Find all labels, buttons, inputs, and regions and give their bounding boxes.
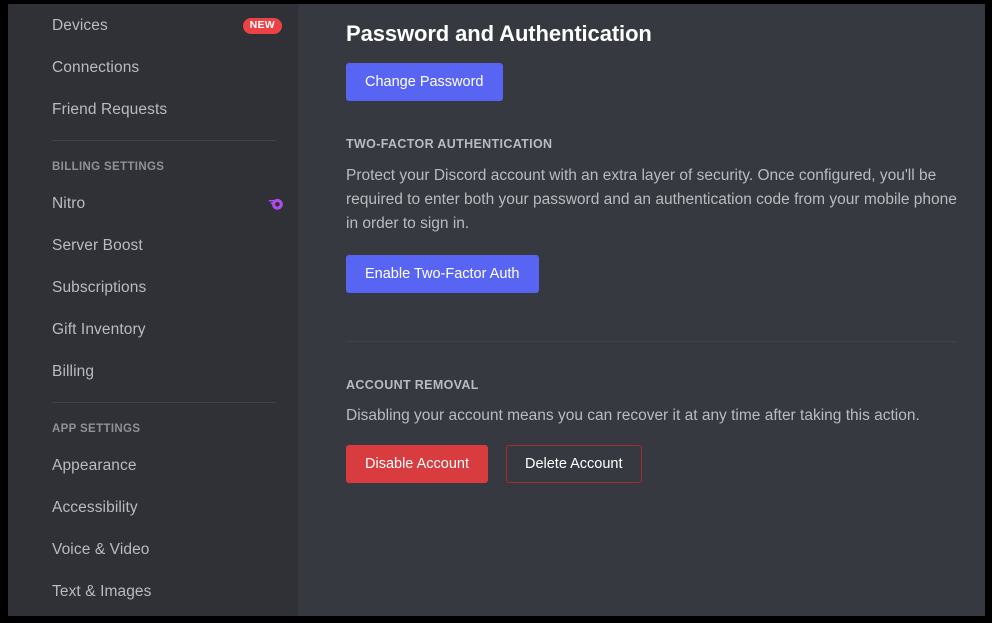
two-factor-authentication-description: Protect your Discord account with an ext… [346,167,957,232]
sidebar-item-appearance[interactable]: Appearance [52,450,288,482]
sidebar-item-nitro[interactable]: Nitro [52,188,288,220]
delete-account-button[interactable]: Delete Account [505,445,642,483]
sidebar-section-billing-settings: BILLING SETTINGS [52,161,165,173]
sidebar-item-gift-inventory[interactable]: Gift Inventory [52,314,288,346]
enable-two-factor-auth-button[interactable]: Enable Two-Factor Auth [346,255,539,293]
sidebar-divider-billing [52,140,276,141]
sidebar-divider-app [52,402,276,403]
sidebar-item-label: Friend Requests [52,101,168,118]
sidebar-item-label: Nitro [52,195,86,212]
sidebar-item-label: Devices [52,17,108,34]
sidebar-item-voice-and-video[interactable]: Voice & Video [52,534,288,566]
sidebar-item-label: Appearance [52,457,137,474]
sidebar-item-label: Connections [52,59,140,76]
sidebar-item-label: Server Boost [52,237,143,254]
sidebar-item-label: Billing [52,363,95,380]
new-badge: NEW [242,18,282,34]
change-password-button[interactable]: Change Password [346,63,503,101]
sidebar-item-server-boost[interactable]: Server Boost [52,230,288,262]
sidebar-item-billing[interactable]: Billing [52,356,288,388]
sidebar-item-devices[interactable]: Devices NEW [52,10,288,42]
account-removal-actions: Disable Account Delete Account [346,445,985,483]
sidebar-item-accessibility[interactable]: Accessibility [52,492,288,524]
sidebar-item-friend-requests[interactable]: Friend Requests [52,94,288,126]
two-factor-authentication-heading: TWO-FACTOR AUTHENTICATION [346,137,553,151]
sidebar-item-label: Accessibility [52,499,138,516]
account-removal-heading: ACCOUNT REMOVAL [346,378,479,392]
settings-sidebar: Devices NEW Connections Friend Requests … [8,4,298,616]
sidebar-item-label: Text & Images [52,583,152,600]
disable-account-button[interactable]: Disable Account [346,445,488,483]
settings-content: Password and Authentication Change Passw… [298,4,985,616]
sidebar-item-label: Gift Inventory [52,321,146,338]
content-divider [346,341,957,342]
sidebar-item-subscriptions[interactable]: Subscriptions [52,272,288,304]
nitro-icon [267,195,285,213]
sidebar-item-label: Voice & Video [52,541,150,558]
sidebar-item-label: Subscriptions [52,279,147,296]
page-title: Password and Authentication [346,21,652,46]
account-removal-description: Disabling your account means you can rec… [346,407,920,424]
settings-window: Devices NEW Connections Friend Requests … [8,4,985,616]
sidebar-item-text-and-images[interactable]: Text & Images [52,576,288,608]
sidebar-item-connections[interactable]: Connections [52,52,288,84]
sidebar-section-app-settings: APP SETTINGS [52,423,141,435]
